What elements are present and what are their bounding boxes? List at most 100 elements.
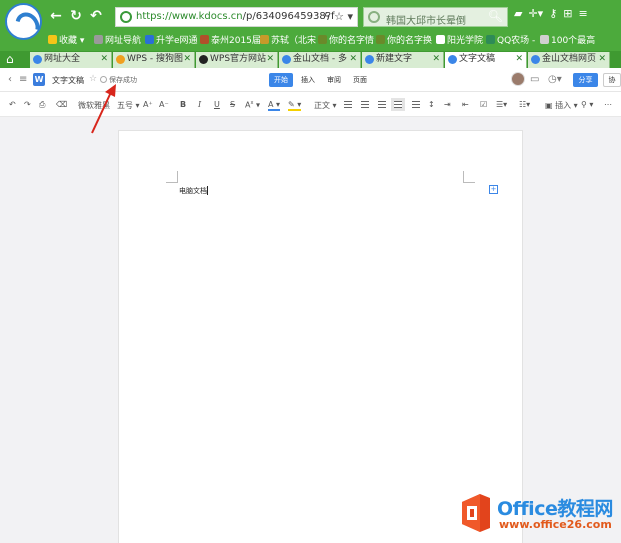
font-color-icon[interactable]: A ▾ <box>268 100 281 111</box>
bookmark-item[interactable]: QQ农场 - <box>486 33 535 46</box>
line-spacing-icon[interactable]: ↕ <box>428 100 435 109</box>
tab-close-icon[interactable]: ✕ <box>349 52 357 67</box>
search-query: 韩国大邱市长晕倒 <box>386 16 466 27</box>
browser-tab[interactable]: WPS官方网站 ✕ <box>196 52 278 68</box>
browser-tab-active[interactable]: 文字文稿 ✕ <box>445 52 527 68</box>
browser-tab[interactable]: WPS - 搜狗图 ✕ <box>113 52 195 68</box>
justify-icon[interactable] <box>391 98 405 111</box>
flag-icon[interactable]: ▰ <box>514 7 522 20</box>
align-left-icon[interactable] <box>344 101 352 108</box>
history-icon[interactable]: ◷▾ <box>548 74 562 85</box>
refresh-icon[interactable]: ↻ <box>68 8 84 24</box>
bookmark-item[interactable]: 网址导航 <box>94 33 141 46</box>
insert-menu[interactable]: ▣ 插入 ▾ <box>545 100 578 111</box>
browser-tab[interactable]: 新建文字 ✕ <box>362 52 444 68</box>
grid-icon[interactable]: ⊞ <box>563 7 572 20</box>
tab-start[interactable]: 开始 <box>269 73 293 87</box>
search-box[interactable]: 韩国大邱市长晕倒 🔍︎ <box>363 7 508 27</box>
tab-review[interactable]: 审阅 <box>322 73 346 87</box>
document-body-text[interactable]: 电脑文档 <box>179 186 208 196</box>
outdent-icon[interactable]: ⇤ <box>462 100 469 109</box>
search-go-icon[interactable]: 🔍︎ <box>488 9 503 23</box>
bookmark-item[interactable]: 100个最高 <box>540 33 595 46</box>
bookmark-item[interactable]: 升学e网通 <box>145 33 198 46</box>
home-icon[interactable]: ⌂ <box>6 52 14 66</box>
bookmark-item[interactable]: 你的名字换 <box>376 33 432 46</box>
hamburger-icon[interactable]: ≡ <box>19 74 27 85</box>
bookmark-item[interactable]: 收藏 ▾ <box>48 33 84 46</box>
margin-marker <box>463 171 475 183</box>
shrink-font-button[interactable]: A⁻ <box>159 100 169 109</box>
back-chevron-icon[interactable]: ‹ <box>8 74 12 85</box>
avatar[interactable] <box>511 72 525 86</box>
undo-icon[interactable]: ↶ <box>88 8 104 24</box>
globe-icon <box>94 35 103 44</box>
bold-button[interactable]: B <box>180 100 186 109</box>
tab-close-icon[interactable]: ✕ <box>598 52 606 67</box>
tab-insert[interactable]: 插入 <box>296 73 320 87</box>
browser-tab[interactable]: 金山文档 - 多 ✕ <box>279 52 361 68</box>
plus-icon[interactable]: ✛▾ <box>528 7 543 20</box>
margin-marker <box>166 171 178 183</box>
document-page[interactable]: 电脑文档 + <box>118 130 523 543</box>
align-right-icon[interactable] <box>378 101 386 108</box>
kdocs-app: ‹ ≡ W 文字文稿 ☆ 保存成功 开始 插入 审阅 页面 ▭ ◷▾ 分享 协 … <box>0 68 621 543</box>
tab-close-icon[interactable]: ✕ <box>432 52 440 67</box>
collaborate-button[interactable]: 协 <box>603 73 621 87</box>
secure-lock-icon <box>120 11 132 23</box>
share-button[interactable]: 分享 <box>573 73 598 87</box>
menu-icon[interactable]: ≡ <box>579 7 588 20</box>
grow-font-button[interactable]: A⁺ <box>143 100 153 109</box>
doc-icon <box>436 35 445 44</box>
document-title[interactable]: 文字文稿 <box>52 75 84 86</box>
more-icon[interactable]: ⋯ <box>604 100 612 109</box>
clear-format-icon[interactable]: ⌫ <box>56 100 67 109</box>
key-icon[interactable]: ⚷ <box>549 7 557 20</box>
font-size-select[interactable]: 五号 ▾ <box>117 100 140 111</box>
distribute-icon[interactable] <box>412 101 420 108</box>
find-icon[interactable]: ⚲ ▾ <box>581 100 593 109</box>
favorite-star-icon[interactable]: ☆ <box>334 10 344 23</box>
undo-icon[interactable]: ↶ <box>9 100 16 109</box>
format-painter-icon[interactable]: ⎙ <box>39 100 45 110</box>
bookmark-item[interactable]: 苏轼（北宋 <box>260 33 316 46</box>
bookmark-item[interactable]: 阳光学院 <box>436 33 483 46</box>
highlight-icon[interactable]: ✎ ▾ <box>288 100 302 111</box>
address-bar[interactable]: https://www.kdocs.cn/p/6340964593​8?f ϟ … <box>115 7 358 27</box>
underline-button[interactable]: U <box>214 100 220 109</box>
present-icon[interactable]: ▭ <box>530 74 539 85</box>
writer-logo-icon: W <box>33 73 45 86</box>
watermark: Office教程网 www.office26.com <box>458 490 618 538</box>
indent-icon[interactable]: ⇥ <box>444 100 451 109</box>
add-block-icon[interactable]: + <box>489 185 498 194</box>
browser-tab[interactable]: 金山文档网页 ✕ <box>528 52 610 68</box>
tab-favicon-icon <box>199 55 208 64</box>
tab-page[interactable]: 页面 <box>348 73 372 87</box>
tab-close-icon[interactable]: ✕ <box>515 52 523 67</box>
browser-chrome: ← ↻ ↶ https://www.kdocs.cn/p/6340964593​… <box>0 0 621 52</box>
paragraph-style-select[interactable]: 正文 ▾ <box>314 100 337 111</box>
back-arrow-icon[interactable]: ← <box>48 8 64 24</box>
tab-close-icon[interactable]: ✕ <box>100 52 108 67</box>
bookmark-item[interactable]: 你的名字情 <box>318 33 374 46</box>
bullet-list-icon[interactable]: ☰▾ <box>496 100 507 109</box>
lightning-icon[interactable]: ϟ <box>323 10 330 23</box>
checklist-icon[interactable]: ☑ <box>480 100 487 109</box>
numbered-list-icon[interactable]: ☷▾ <box>519 100 530 109</box>
browser-tools: ▰ ✛▾ ⚷ ⊞ ≡ <box>514 7 594 20</box>
star-outline-icon[interactable]: ☆ <box>89 74 97 84</box>
watermark-url: www.office26.com <box>499 518 612 531</box>
tab-bar: ⌂ 网址大全 ✕ WPS - 搜狗图 ✕ WPS官方网站 ✕ 金山文档 - 多 ✕ 新建… <box>0 51 621 68</box>
url-text: https://www.kdocs.cn/p/6340964593​8?f <box>136 11 335 22</box>
tab-close-icon[interactable]: ✕ <box>183 52 191 67</box>
redo-icon[interactable]: ↷ <box>24 100 31 109</box>
browser-tab[interactable]: 网址大全 ✕ <box>30 52 112 68</box>
bookmark-item[interactable]: 泰州2015届 <box>200 33 261 46</box>
align-center-icon[interactable] <box>361 101 369 108</box>
strikethrough-button[interactable]: S <box>230 100 235 109</box>
tab-close-icon[interactable]: ✕ <box>266 52 274 67</box>
text-cursor <box>207 186 208 195</box>
italic-button[interactable]: I <box>198 100 201 109</box>
dropdown-icon[interactable]: ▾ <box>347 10 353 23</box>
superscript-icon[interactable]: Ax ▾ <box>245 100 260 110</box>
